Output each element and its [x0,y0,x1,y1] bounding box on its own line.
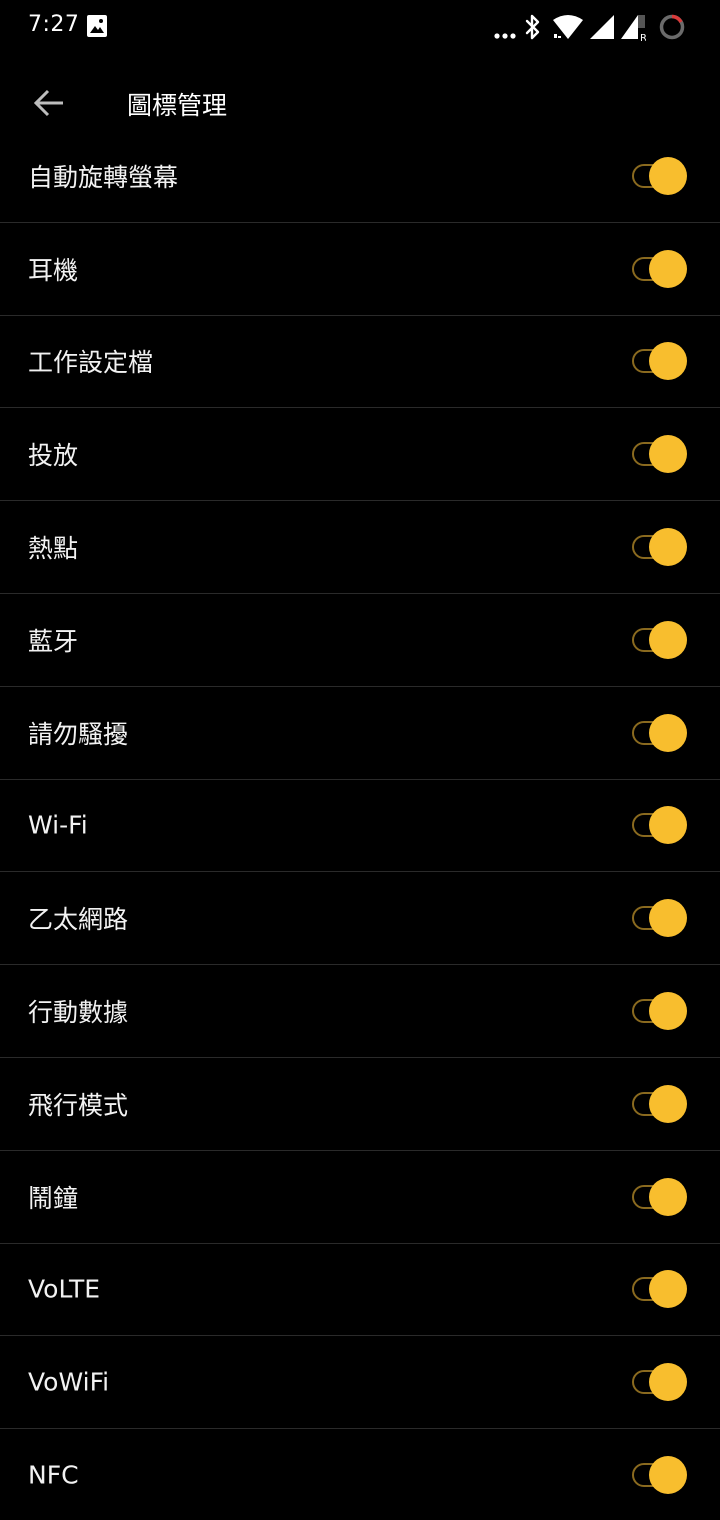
toggle-thumb [649,156,687,195]
toggle-switch[interactable] [630,620,688,659]
toggle-thumb [649,249,687,288]
toggle-switch[interactable] [630,1363,688,1402]
list-item-label: 耳機 [28,255,79,285]
toggle-thumb [649,992,687,1031]
list-item-label: Wi-Fi [28,810,88,840]
bluetooth-icon [524,14,542,44]
toggle-thumb [649,1084,687,1123]
list-item-1[interactable]: 耳機 [0,223,720,316]
back-button[interactable] [26,82,72,128]
toggle-thumb [649,1456,687,1495]
page-title: 圖標管理 [127,91,228,120]
status-icons: R [494,12,694,45]
list-item-10[interactable]: 飛行模式 [0,1058,720,1151]
toggle-switch[interactable] [630,899,688,938]
toggle-thumb [649,528,687,567]
toggle-thumb [649,1363,687,1402]
signal-icon [589,14,615,44]
svg-text:R: R [640,33,646,42]
toggle-switch[interactable] [630,1456,688,1495]
list-item-label: 請勿騷擾 [28,719,129,749]
list-item-label: VoWiFi [28,1367,110,1397]
toggle-switch[interactable] [630,1270,688,1309]
toggle-thumb [649,1177,687,1216]
arrow-back-icon [33,89,65,121]
status-time: 7:27 [28,12,80,37]
image-icon [86,14,108,42]
list-item-8[interactable]: 乙太網路 [0,872,720,966]
list-item-label: 藍牙 [28,626,79,656]
list-item-3[interactable]: 投放 [0,408,720,502]
toggle-switch[interactable] [630,249,688,288]
screen: 7:27 R 圖標管理 自動旋轉螢幕 耳機 工作設定檔 投放 熱點 藍牙 請勿騷… [0,0,720,1520]
list-item-5[interactable]: 藍牙 [0,594,720,687]
list-item-12[interactable]: VoLTE [0,1244,720,1337]
list-item-11[interactable]: 鬧鐘 [0,1151,720,1244]
signal-roaming-icon: R [620,14,647,46]
battery-ring-icon [658,13,686,45]
toggle-switch[interactable] [630,156,688,195]
toggle-thumb [649,620,687,659]
more-dots-icon [494,24,516,43]
status-bar: 7:27 R [0,0,720,56]
list-item-13[interactable]: VoWiFi [0,1336,720,1430]
toggle-thumb [649,435,687,474]
toggle-switch[interactable] [630,528,688,567]
toggle-thumb [649,342,687,381]
list-item-label: 工作設定檔 [28,348,154,378]
toggle-thumb [649,806,687,845]
list-item-6[interactable]: 請勿騷擾 [0,687,720,780]
wifi-icon [552,14,584,44]
list-item-label: 行動數據 [28,998,129,1028]
list-item-label: NFC [28,1460,79,1490]
list-item-label: 熱點 [28,534,79,564]
list-item-label: 投放 [28,441,79,471]
list-item-9[interactable]: 行動數據 [0,965,720,1058]
list-item-0[interactable]: 自動旋轉螢幕 [0,130,720,223]
list-item-label: VoLTE [28,1274,101,1304]
toggle-switch[interactable] [630,1084,688,1123]
toggle-thumb [649,1270,687,1309]
list-item-label: 自動旋轉螢幕 [28,162,179,192]
toggle-switch[interactable] [630,342,688,381]
list-item-4[interactable]: 熱點 [0,501,720,594]
list-item-7[interactable]: Wi-Fi [0,780,720,873]
list-item-14[interactable]: NFC [0,1429,720,1520]
list-item-label: 鬧鐘 [28,1183,79,1213]
list-item-2[interactable]: 工作設定檔 [0,316,720,409]
toggle-switch[interactable] [630,435,688,474]
icon-settings-list: 自動旋轉螢幕 耳機 工作設定檔 投放 熱點 藍牙 請勿騷擾 Wi-Fi 乙太網路… [0,130,720,1520]
toggle-thumb [649,713,687,752]
toggle-switch[interactable] [630,806,688,845]
list-item-label: 乙太網路 [28,905,129,935]
list-item-label: 飛行模式 [28,1090,129,1120]
toggle-thumb [649,899,687,938]
toggle-switch[interactable] [630,713,688,752]
toggle-switch[interactable] [630,992,688,1031]
toggle-switch[interactable] [630,1177,688,1216]
